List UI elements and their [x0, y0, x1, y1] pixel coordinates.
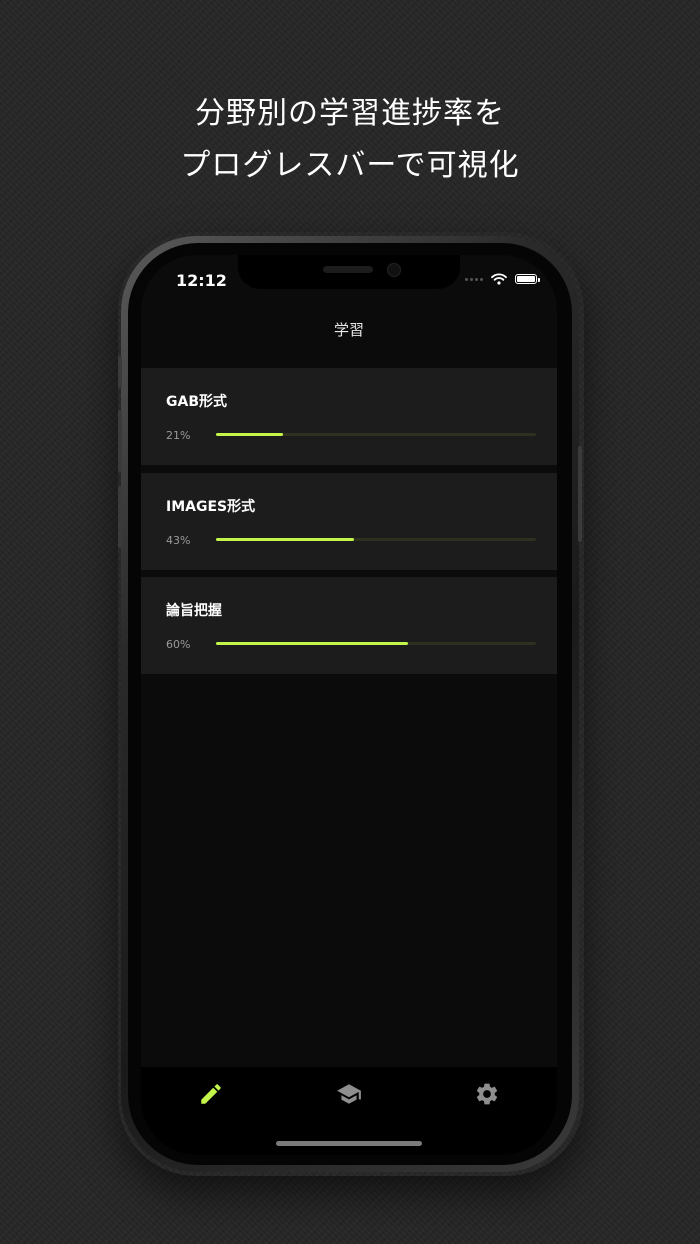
graduation-cap-icon [337, 1084, 361, 1104]
progress-card[interactable]: GAB形式 21% [141, 368, 557, 465]
progress-percent-label: 21% [166, 429, 191, 442]
speaker-grille [323, 266, 373, 273]
progress-bar-fill [216, 642, 408, 645]
promo-headline: 分野別の学習進捗率を プログレスバーで可視化 [0, 88, 700, 192]
headline-line-1: 分野別の学習進捗率を [195, 96, 505, 131]
home-indicator[interactable] [276, 1141, 422, 1146]
app-screen: 12:12 学習 GAB形式 21% IMAGES形式 43% 論旨把握 60% [141, 255, 557, 1155]
progress-bar-fill [216, 538, 354, 541]
progress-bar-fill [216, 433, 284, 436]
progress-card[interactable]: 論旨把握 60% [141, 577, 557, 674]
tab-study[interactable] [191, 1079, 231, 1109]
progress-percent-label: 60% [166, 638, 191, 651]
progress-card[interactable]: IMAGES形式 43% [141, 473, 557, 570]
progress-bar [216, 433, 536, 436]
volume-up-button [118, 410, 122, 472]
power-button [578, 446, 582, 542]
front-camera [387, 263, 401, 277]
headline-line-2: プログレスバーで可視化 [180, 148, 520, 183]
notch [238, 255, 460, 289]
tab-courses[interactable] [329, 1079, 369, 1109]
progress-bar [216, 642, 536, 645]
wifi-icon [491, 273, 507, 285]
volume-down-button [118, 486, 122, 548]
battery-icon [515, 274, 540, 284]
signal-icon [465, 277, 483, 281]
progress-card-title: GAB形式 [166, 394, 227, 410]
status-indicators [465, 273, 540, 285]
progress-bar [216, 538, 536, 541]
status-time: 12:12 [176, 271, 227, 290]
tab-settings[interactable] [467, 1079, 507, 1109]
pencil-icon [201, 1084, 221, 1104]
nav-title: 学習 [333, 321, 364, 339]
progress-card-title: IMAGES形式 [166, 499, 256, 515]
progress-card-title: 論旨把握 [166, 603, 222, 619]
gear-icon [476, 1083, 498, 1105]
progress-percent-label: 43% [166, 534, 191, 547]
silent-switch [118, 356, 122, 388]
